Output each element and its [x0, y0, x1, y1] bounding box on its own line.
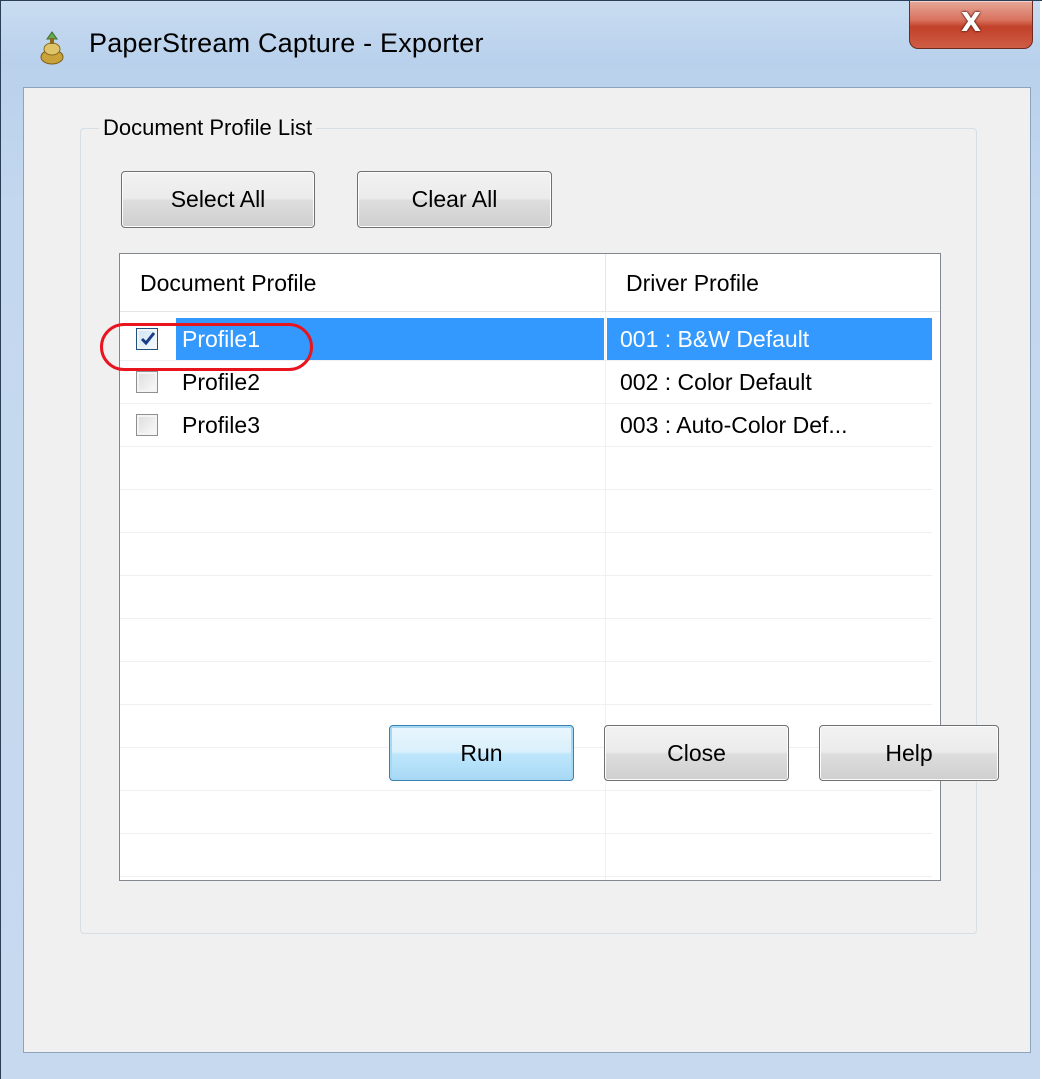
exporter-window: PaperStream Capture - Exporter X Documen…	[0, 0, 1042, 1079]
clear-all-button[interactable]: Clear All	[357, 171, 552, 228]
title-bar: PaperStream Capture - Exporter X	[1, 1, 1042, 91]
profile-name: Profile3	[182, 412, 260, 438]
profile-name: Profile2	[182, 369, 260, 395]
window-title: PaperStream Capture - Exporter	[89, 28, 484, 58]
paperstream-app-icon	[37, 29, 67, 65]
empty-row	[120, 533, 932, 576]
select-all-button[interactable]: Select All	[121, 171, 315, 228]
document-profile-list-group: Document Profile List Select All Clear A…	[80, 115, 977, 934]
empty-row	[120, 834, 932, 877]
empty-row	[120, 447, 932, 490]
empty-row	[120, 791, 932, 834]
profile-name: Profile1	[182, 326, 260, 352]
list-row-profile1[interactable]: Profile1 001 : B&W Default	[120, 318, 932, 361]
empty-row	[120, 662, 932, 705]
checkmark-icon	[140, 332, 156, 346]
list-row-profile2[interactable]: Profile2 002 : Color Default	[120, 361, 932, 404]
checkbox-profile1[interactable]	[136, 328, 158, 350]
close-button[interactable]: Close	[604, 725, 789, 781]
empty-row	[120, 576, 932, 619]
checkbox-profile2[interactable]	[136, 371, 158, 393]
group-legend: Document Profile List	[99, 115, 317, 141]
profile-list-view: Document Profile Driver Profile Profile1	[119, 253, 941, 881]
dialog-client-area: Document Profile List Select All Clear A…	[23, 87, 1031, 1053]
close-icon: X	[960, 7, 982, 38]
driver-profile: 002 : Color Default	[620, 369, 812, 395]
empty-row	[120, 490, 932, 533]
list-header: Document Profile Driver Profile	[120, 254, 940, 312]
driver-profile: 001 : B&W Default	[620, 326, 810, 352]
run-button[interactable]: Run	[389, 725, 574, 781]
driver-profile: 003 : Auto-Color Def...	[620, 412, 848, 438]
empty-row	[120, 619, 932, 662]
list-row-profile3[interactable]: Profile3 003 : Auto-Color Def...	[120, 404, 932, 447]
checkbox-profile3[interactable]	[136, 414, 158, 436]
column-header-document-profile[interactable]: Document Profile	[120, 254, 605, 312]
column-header-driver-profile[interactable]: Driver Profile	[606, 254, 932, 312]
window-close-button[interactable]: X	[909, 1, 1033, 49]
help-button[interactable]: Help	[819, 725, 999, 781]
